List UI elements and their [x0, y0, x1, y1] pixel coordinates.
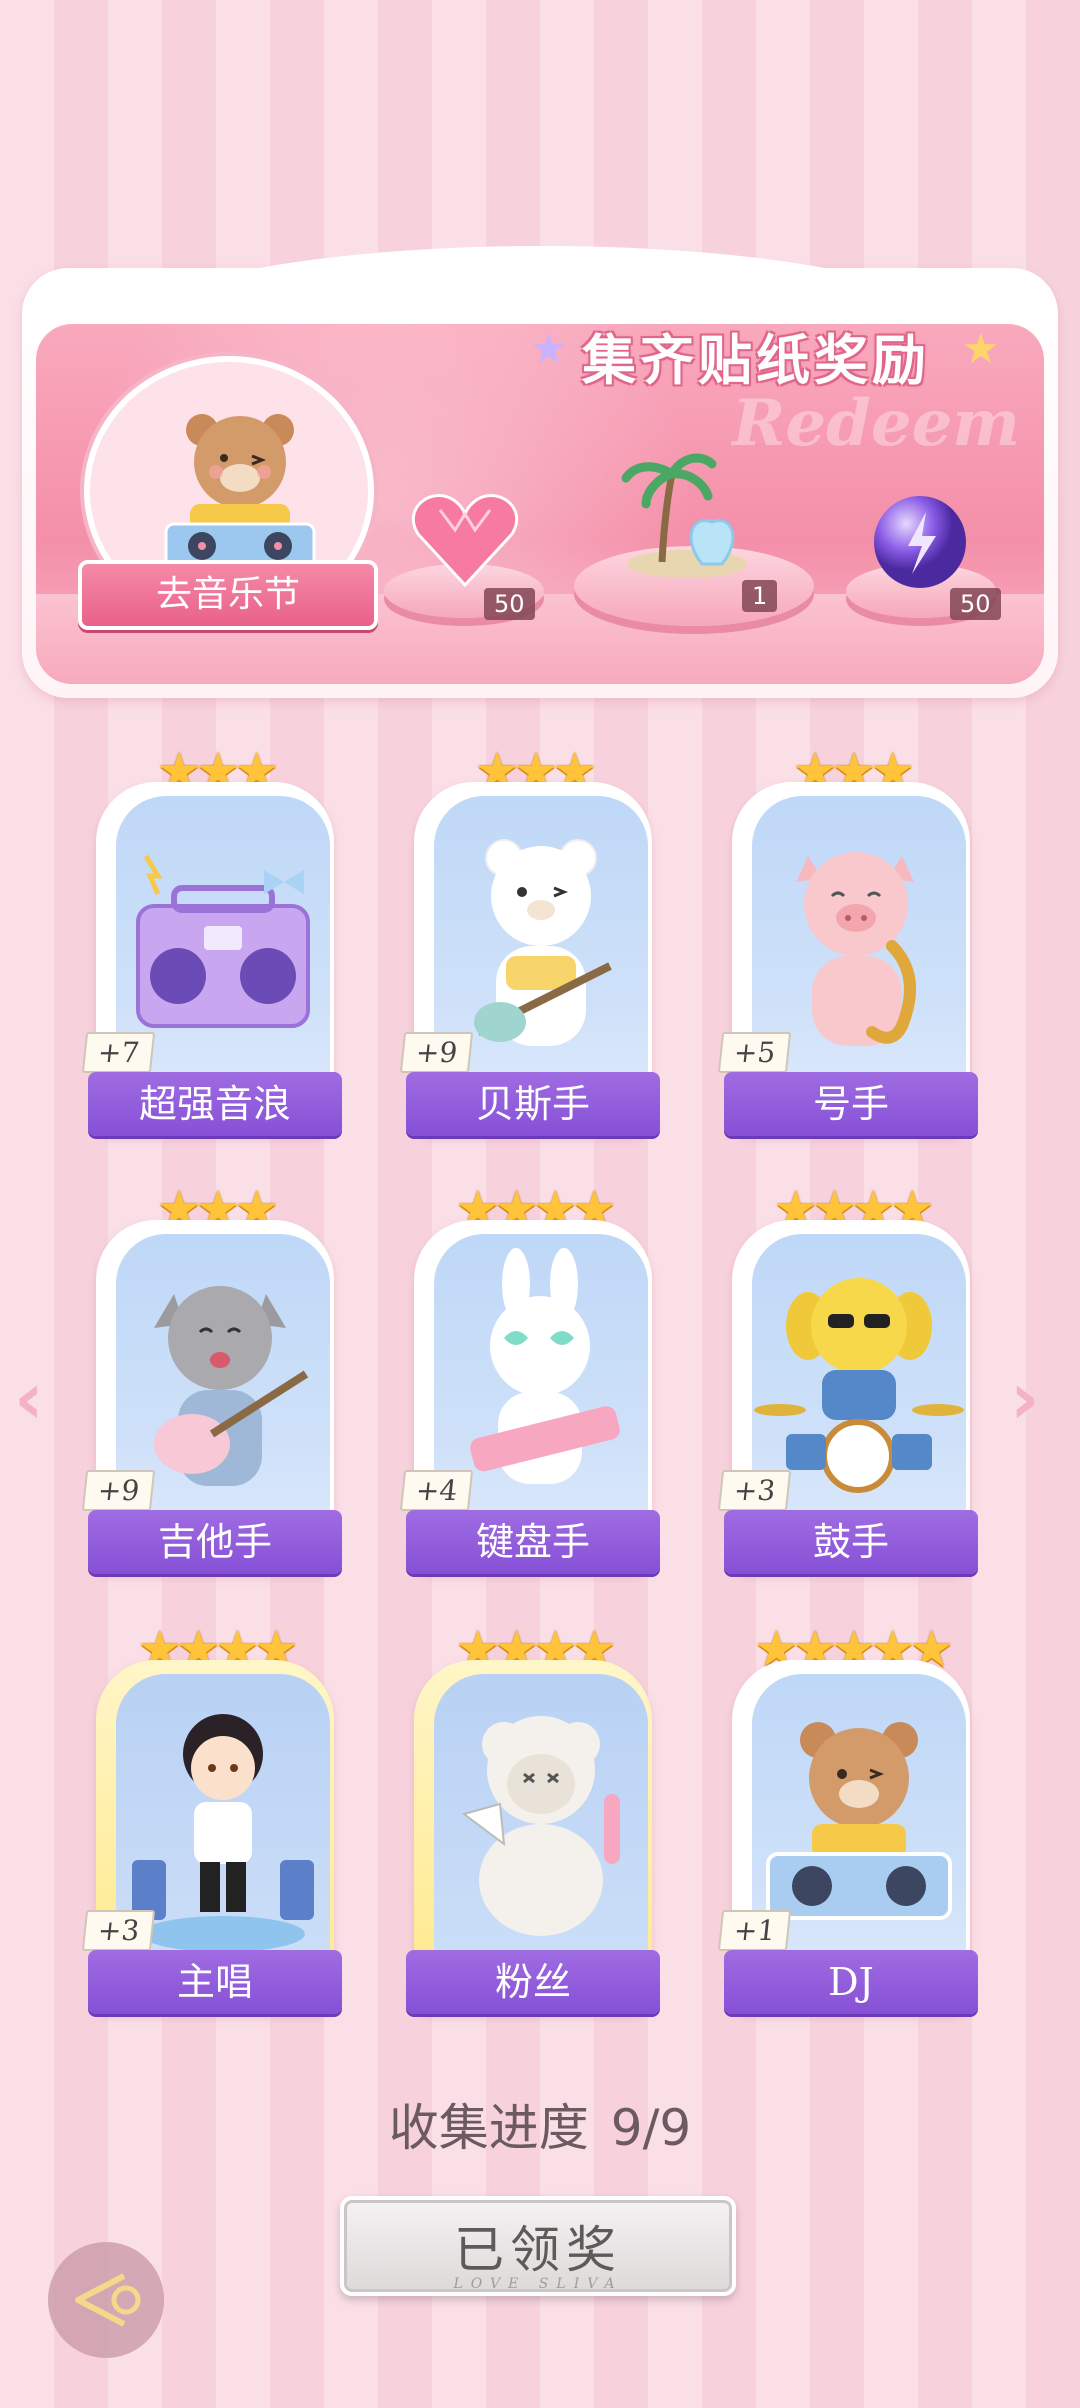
purple-energy-orb-icon — [874, 496, 966, 588]
sticker-card[interactable]: ★★★ +5 号手 — [717, 742, 978, 1154]
collection-progress: 收集进度 9/9 — [0, 2088, 1080, 2160]
card-count: +5 — [717, 1032, 792, 1073]
card-label: 超强音浪 — [88, 1072, 342, 1136]
reward-count: 50 — [950, 588, 1001, 620]
card-label: 粉丝 — [406, 1950, 660, 2014]
card-count: +1 — [717, 1910, 792, 1951]
card-count: +9 — [81, 1470, 156, 1511]
card-count: +3 — [81, 1910, 156, 1951]
card-label: 主唱 — [88, 1950, 342, 2014]
reward-banner: Redeem ★ 集齐贴纸奖励 ★ 去音乐节 50 1 50 — [22, 246, 1058, 698]
card-label: 鼓手 — [724, 1510, 978, 1574]
prev-page-arrow[interactable]: ‹ — [14, 1356, 44, 1440]
reward-count: 1 — [742, 580, 778, 612]
card-label: 贝斯手 — [406, 1072, 660, 1136]
card-count: +9 — [399, 1032, 474, 1073]
card-count: +4 — [399, 1470, 474, 1511]
sheep-fan-icon — [461, 1716, 620, 1936]
progress-value: 9/9 — [610, 2099, 692, 2157]
claimed-button[interactable]: 已领奖 LOVE SLIVA — [340, 2196, 736, 2296]
sticker-card[interactable]: ★★★ +9 贝斯手 — [399, 742, 660, 1154]
card-art — [434, 1674, 648, 1974]
progress-label: 收集进度 — [388, 2099, 589, 2157]
sticker-card[interactable]: ★★★★ 粉丝 — [406, 1620, 660, 2032]
card-label: 键盘手 — [406, 1510, 660, 1574]
star-deco-icon: ★ — [530, 324, 568, 373]
back-arrow-icon — [75, 2273, 141, 2327]
sticker-card[interactable]: ★★★★ +3 主唱 — [81, 1620, 342, 2032]
claimed-label: 已领奖 — [454, 2221, 622, 2279]
card-label: 号手 — [724, 1072, 978, 1136]
sticker-card[interactable]: ★★★★★ +1 DJ — [717, 1620, 978, 2032]
card-label: 吉他手 — [88, 1510, 342, 1574]
card-count: +7 — [81, 1032, 156, 1073]
bear-dj-icon — [164, 414, 316, 574]
star-deco-icon: ★ — [962, 324, 1000, 373]
reward-count: 50 — [484, 588, 535, 620]
sticker-card[interactable]: ★★★★ +4 键盘手 — [399, 1180, 660, 1592]
back-button[interactable] — [48, 2242, 164, 2358]
card-label: DJ — [724, 1950, 978, 2014]
sticker-card[interactable]: ★★★ +9 吉他手 — [81, 1180, 342, 1592]
banner-title: 集齐贴纸奖励 — [582, 329, 930, 392]
redeem-watermark: Redeem — [732, 386, 1020, 461]
go-music-festival-button[interactable]: 去音乐节 — [78, 560, 378, 630]
next-page-arrow[interactable]: › — [1010, 1356, 1040, 1440]
sticker-card[interactable]: ★★★ +7 超强音浪 — [81, 742, 342, 1154]
banner-top-arch — [132, 246, 952, 326]
card-count: +3 — [717, 1470, 792, 1511]
sticker-card[interactable]: ★★★★ +3 鼓手 — [717, 1180, 978, 1592]
palm-island-icon — [621, 453, 747, 578]
claimed-sublabel: LOVE SLIVA — [453, 2276, 623, 2292]
pink-heart-gem-icon — [411, 494, 519, 588]
